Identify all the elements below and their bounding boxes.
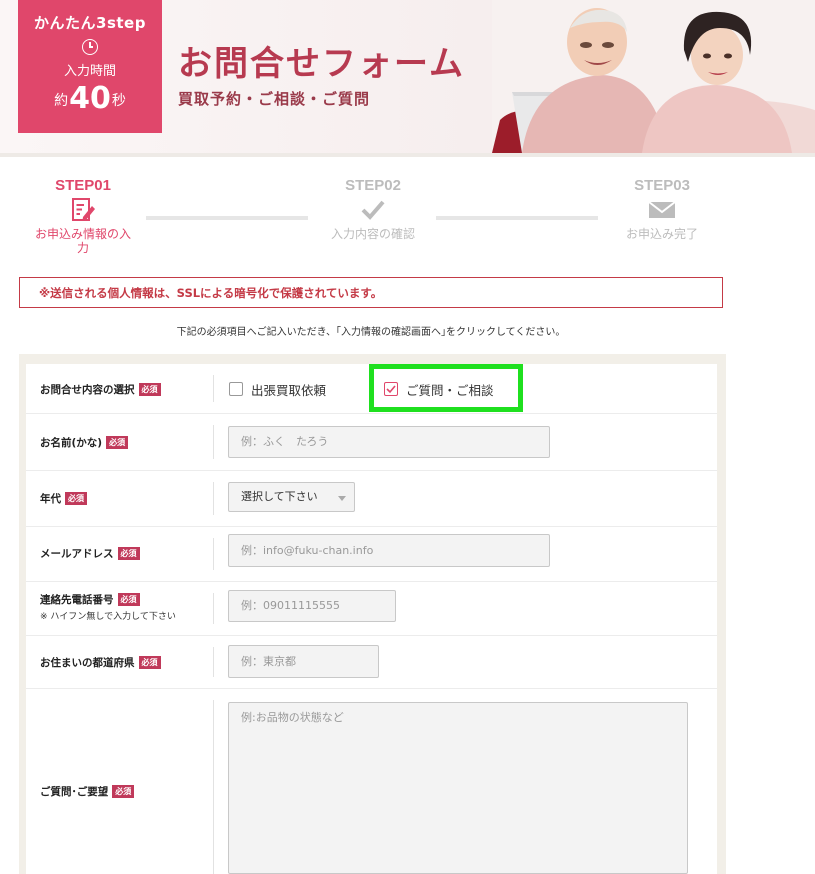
column-divider	[213, 538, 214, 570]
phone-label: 連絡先電話番号 必須	[40, 592, 140, 607]
message-label-text: ご質問･ご要望	[40, 786, 109, 798]
required-badge: 必須	[106, 436, 129, 449]
age-select-value: 選択して下さい	[241, 490, 318, 503]
badge-duration: 約40秒	[18, 81, 162, 116]
option-onsite-purchase-label[interactable]: 出張買取依頼	[251, 380, 326, 399]
checkbox-onsite-purchase[interactable]	[229, 382, 243, 396]
checkmark-icon	[386, 385, 396, 394]
form-row-prefecture: お住まいの都道府県 必須 例：東京都	[26, 636, 717, 689]
column-divider	[213, 700, 214, 874]
badge-steps-text: かんたん3step	[34, 14, 146, 32]
column-divider	[213, 593, 214, 624]
step-connector-1	[146, 216, 308, 220]
name-kana-label: お名前(かな) 必須	[40, 435, 129, 450]
step-03-label: STEP03	[634, 177, 690, 194]
instruction-text: 下記の必須項目へご記入いただき、｢入力情報の確認画面へ｣をクリックしてください。	[176, 327, 566, 338]
step-01-label: STEP01	[55, 177, 111, 194]
step-03-desc: お申込み完了	[625, 227, 698, 241]
phone-note: ※ ハイフン無しで入力して下さい	[40, 612, 176, 622]
required-badge: 必須	[138, 383, 161, 396]
step-connector-2	[436, 216, 598, 220]
form-row-phone: 連絡先電話番号 必須 ※ ハイフン無しで入力して下さい 例：09011115555	[26, 582, 717, 636]
form-row-name-kana: お名前(かな) 必須 例：ふく たろう	[26, 414, 717, 471]
step-02-label: STEP02	[345, 177, 401, 194]
column-divider	[213, 375, 214, 402]
required-badge: 必須	[138, 656, 161, 669]
duration-value: 40	[69, 81, 111, 116]
step-01-desc: お申込み情報の入力	[34, 227, 131, 255]
email-label-text: メールアドレス	[40, 548, 114, 560]
age-select[interactable]: 選択して下さい	[228, 482, 355, 512]
edit-icon	[30, 197, 136, 223]
ssl-notice: ※送信される個人情報は、SSLによる暗号化で保護されています。	[19, 277, 723, 308]
badge-input-time-label: 入力時間	[63, 64, 116, 79]
header-banner: かんたん3step 入力時間 約40秒 お問合せフォーム 買取予約・ご相談・ご質…	[0, 0, 815, 153]
form-row-email: メールアドレス 必須 例：info@fuku-chan.info	[26, 527, 717, 582]
form-row-inquiry-type: お問合せ内容の選択 必須 出張買取依頼 ご質問・ご相談	[26, 364, 717, 414]
form-row-age: 年代 必須 選択して下さい	[26, 471, 717, 527]
duration-prefix: 約	[54, 93, 69, 109]
step-01: STEP01 お申込み情報の入力	[30, 177, 136, 255]
phone-label-text: 連絡先電話番号	[40, 594, 114, 606]
name-kana-input[interactable]: 例：ふく たろう	[228, 426, 550, 458]
email-input[interactable]: 例：info@fuku-chan.info	[228, 534, 550, 567]
required-badge: 必須	[117, 547, 140, 560]
column-divider	[213, 647, 214, 677]
header-photo-elderly-couple	[492, 0, 815, 153]
chevron-down-icon	[338, 496, 346, 501]
step-02: STEP02 入力内容の確認	[318, 177, 428, 241]
page-title: お問合せフォーム	[178, 44, 465, 84]
duration-suffix: 秒	[111, 93, 126, 109]
header-divider	[0, 153, 815, 157]
age-label-text: 年代	[40, 493, 61, 505]
inquiry-form: お問合せ内容の選択 必須 出張買取依頼 ご質問・ご相談 お名前(かな) 必須 例：ふ…	[19, 354, 726, 874]
inquiry-type-label-text: お問合せ内容の選択	[40, 384, 135, 396]
required-badge: 必須	[65, 492, 87, 505]
message-textarea[interactable]: 例:お品物の状態など	[228, 702, 688, 874]
mail-icon	[610, 197, 714, 223]
page-subtitle: 買取予約・ご相談・ご質問	[178, 90, 371, 108]
phone-input[interactable]: 例：09011115555	[228, 590, 396, 622]
clock-icon	[82, 39, 98, 55]
age-label: 年代 必須	[40, 491, 87, 506]
required-badge: 必須	[117, 593, 140, 606]
prefecture-input[interactable]: 例：東京都	[228, 645, 379, 678]
column-divider	[213, 425, 214, 459]
form-row-message: ご質問･ご要望 必須 例:お品物の状態など	[26, 689, 717, 874]
name-kana-label-text: お名前(かな)	[40, 437, 103, 449]
inquiry-type-label: お問合せ内容の選択 必須	[40, 382, 161, 397]
column-divider	[213, 482, 214, 515]
message-label: ご質問･ご要望 必須	[40, 784, 135, 799]
email-label: メールアドレス 必須	[40, 546, 140, 561]
prefecture-label: お住まいの都道府県 必須	[40, 655, 161, 670]
check-icon	[318, 197, 428, 223]
step-03: STEP03 お申込み完了	[610, 177, 714, 241]
step-02-desc: 入力内容の確認	[330, 227, 415, 241]
option-question-consult-label[interactable]: ご質問・ご相談	[406, 380, 494, 399]
checkbox-question-consult[interactable]	[384, 382, 398, 396]
prefecture-label-text: お住まいの都道府県	[40, 657, 135, 669]
input-time-badge: かんたん3step 入力時間 約40秒	[18, 0, 162, 133]
required-badge: 必須	[112, 785, 135, 798]
